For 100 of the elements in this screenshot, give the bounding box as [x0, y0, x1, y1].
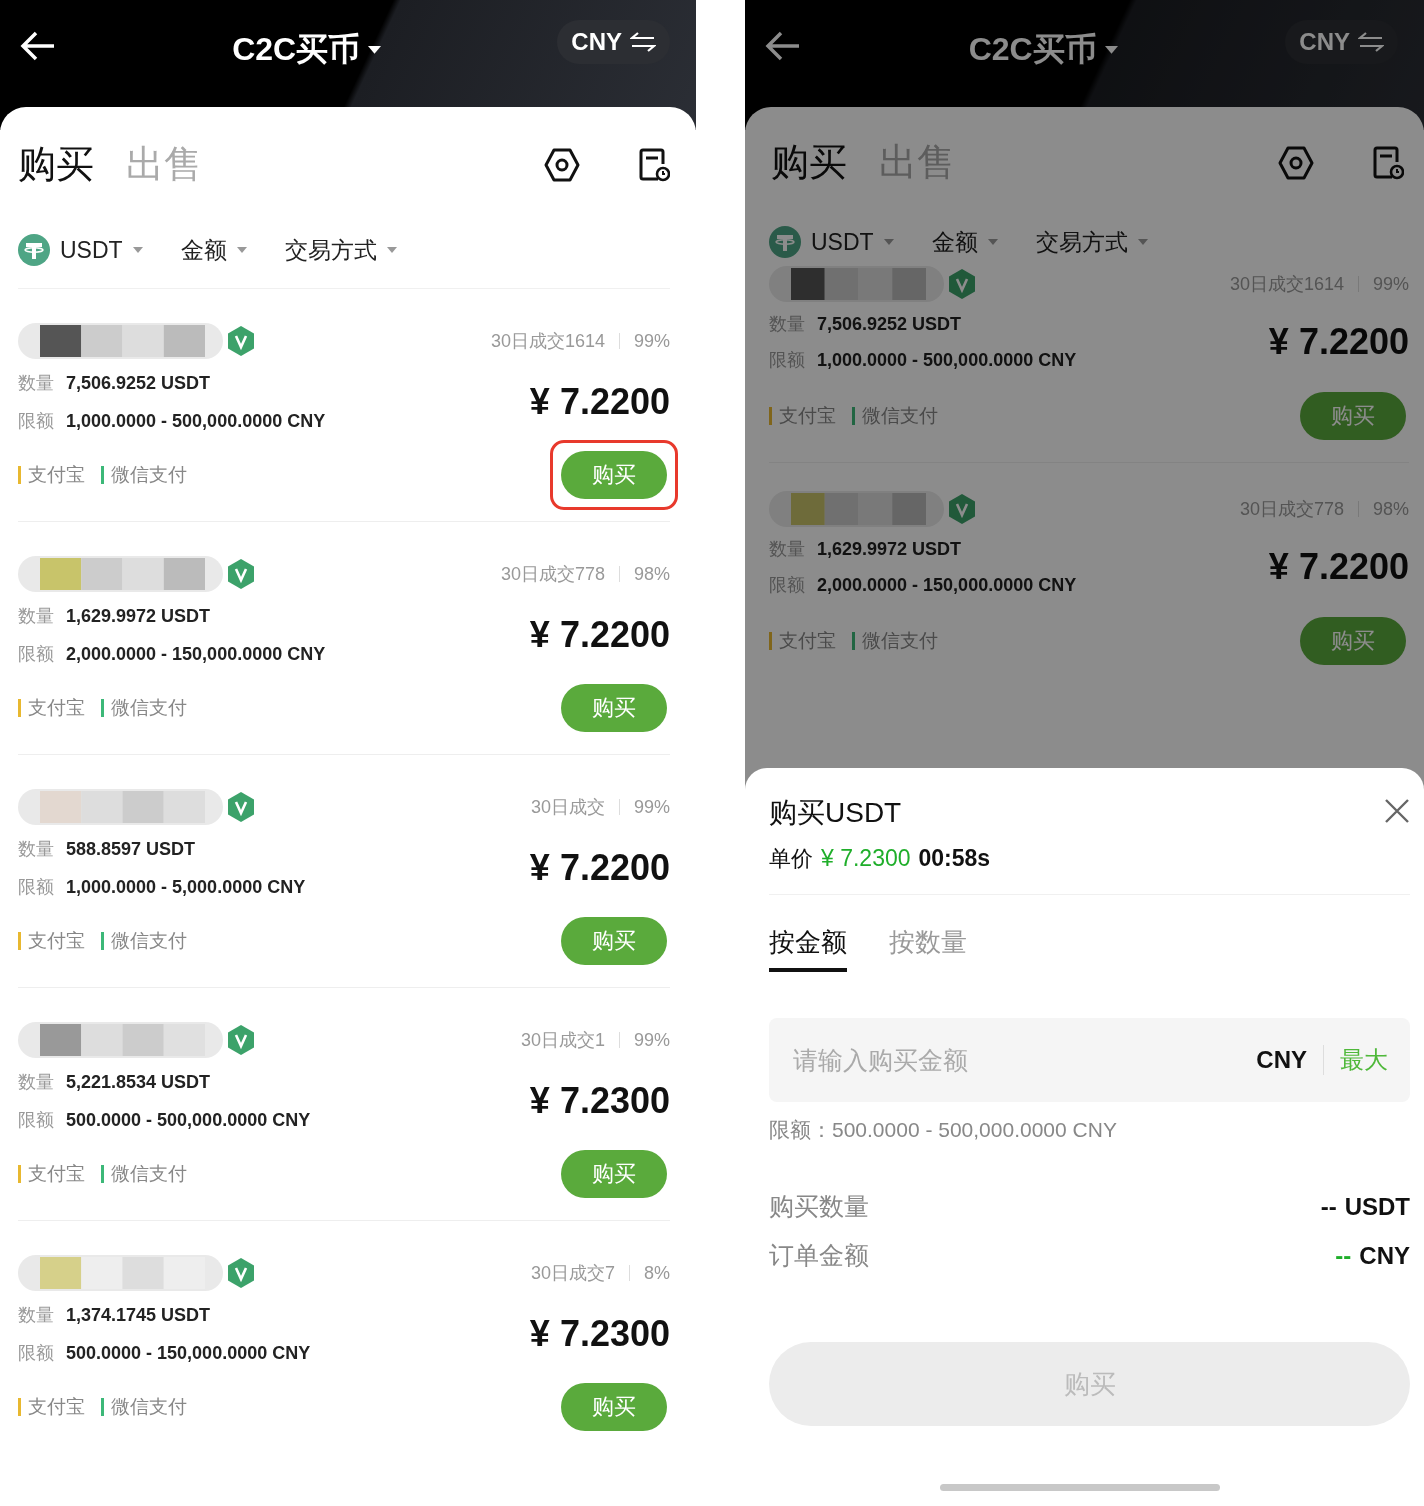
settings-icon[interactable] — [544, 147, 580, 182]
buy-button[interactable]: 购买 — [561, 1383, 667, 1431]
back-arrow-icon[interactable] — [20, 30, 56, 62]
trade-count: 30日成交7 — [530, 1262, 615, 1285]
order-history-icon[interactable] — [1372, 145, 1404, 180]
payment-method: 微信支付 — [862, 404, 938, 428]
completion-rate: 99% — [1372, 273, 1409, 295]
page-title[interactable]: C2C买币 — [968, 28, 1097, 72]
limit-label: 限额 — [769, 349, 805, 372]
verified-badge-icon — [227, 1025, 255, 1055]
completion-rate: 8% — [644, 1262, 670, 1284]
filter-dropdown[interactable]: USDT — [769, 226, 894, 258]
summary-value: -- — [1335, 1241, 1352, 1270]
limit-text: 限额：500.0000 - 500,000.0000 CNY — [769, 1117, 1118, 1143]
swap-icon — [630, 32, 656, 52]
settings-icon[interactable] — [1278, 145, 1314, 180]
swap-icon — [1358, 32, 1384, 52]
limit-label: 限额 — [18, 1342, 54, 1365]
caret-icon — [987, 239, 998, 245]
price: ¥ 7.2200 — [1268, 321, 1409, 363]
completion-rate: 98% — [1372, 498, 1409, 520]
tab[interactable]: 按金额 — [769, 925, 847, 972]
summary-value: -- — [1320, 1192, 1337, 1221]
summary-label: 订单金额 — [769, 1240, 869, 1271]
caret-icon — [1137, 239, 1148, 245]
verified-badge-icon — [227, 326, 255, 356]
price: ¥ 7.2200 — [529, 614, 670, 656]
tab[interactable]: 购买 — [18, 139, 94, 190]
quantity-label: 数量 — [18, 1304, 54, 1327]
completion-rate: 99% — [633, 796, 670, 818]
buy-button[interactable]: 购买 — [561, 1150, 667, 1198]
buy-button[interactable]: 购买 — [561, 917, 667, 965]
limit-value: 1,000.0000 - 500,000.0000 CNY — [817, 349, 1077, 371]
verified-badge-icon — [227, 792, 255, 822]
quantity-label: 数量 — [18, 605, 54, 628]
filter-dropdown[interactable]: USDT — [18, 234, 143, 266]
sheet-title: 购买USDT — [769, 796, 902, 830]
caret-icon — [1104, 46, 1118, 54]
trade-count: 30日成交1614 — [490, 330, 605, 353]
trade-count: 30日成交1 — [520, 1029, 605, 1052]
price: ¥ 7.2200 — [1268, 546, 1409, 588]
caret-icon — [132, 247, 143, 253]
buy-button[interactable]: 购买 — [561, 451, 667, 499]
payment-method: 微信支付 — [111, 696, 187, 720]
caret-icon — [236, 247, 247, 253]
verified-badge-icon — [227, 559, 255, 589]
trade-count: 30日成交778 — [500, 563, 605, 586]
quantity-label: 数量 — [769, 538, 805, 561]
quantity-value: 5,221.8534 USDT — [66, 1071, 211, 1093]
verified-badge-icon — [948, 269, 976, 299]
quantity-label: 数量 — [18, 372, 54, 395]
payment-method: 支付宝 — [779, 629, 836, 653]
currency-button[interactable]: CNY — [557, 20, 670, 64]
countdown: 00:58s — [918, 845, 991, 872]
filter-dropdown[interactable]: 交易方式 — [1035, 226, 1148, 258]
quantity-value: 1,374.1745 USDT — [66, 1304, 211, 1326]
trade-count: 30日成交1614 — [1229, 273, 1344, 296]
currency-label: CNY — [1256, 1046, 1307, 1074]
buy-button[interactable]: 购买 — [561, 684, 667, 732]
caret-icon — [386, 247, 397, 253]
page-title[interactable]: C2C买币 — [232, 28, 361, 72]
summary-unit: USDT — [1344, 1192, 1410, 1221]
price: ¥ 7.2200 — [529, 847, 670, 889]
filter-dropdown[interactable]: 金额 — [931, 226, 998, 258]
limit-value: 500.0000 - 150,000.0000 CNY — [66, 1342, 311, 1364]
limit-value: 1,000.0000 - 5,000.0000 CNY — [66, 876, 306, 898]
payment-method: 支付宝 — [28, 929, 85, 953]
tether-coin-icon — [769, 226, 801, 258]
limit-label: 限额 — [18, 876, 54, 899]
payment-method: 微信支付 — [111, 463, 187, 487]
back-arrow-icon[interactable] — [765, 30, 801, 62]
summary-unit: CNY — [1359, 1241, 1410, 1270]
caret-icon — [368, 46, 382, 54]
verified-badge-icon — [227, 1258, 255, 1288]
verified-badge-icon — [948, 494, 976, 524]
unit-price-label: 单价 — [769, 845, 813, 873]
tab[interactable]: 购买 — [771, 137, 847, 188]
price: ¥ 7.2300 — [529, 1080, 670, 1122]
trade-count: 30日成交778 — [1239, 498, 1344, 521]
limit-label: 限额 — [18, 643, 54, 666]
completion-rate: 98% — [633, 563, 670, 585]
limit-label: 限额 — [18, 1109, 54, 1132]
quantity-label: 数量 — [769, 313, 805, 336]
filter-dropdown[interactable]: 金额 — [180, 234, 247, 266]
payment-method: 微信支付 — [862, 629, 938, 653]
order-history-icon[interactable] — [638, 147, 670, 182]
tab[interactable]: 按数量 — [889, 925, 967, 972]
limit-value: 1,000.0000 - 500,000.0000 CNY — [66, 410, 326, 432]
limit-value: 2,000.0000 - 150,000.0000 CNY — [66, 643, 326, 665]
quantity-value: 7,506.9252 USDT — [66, 372, 211, 394]
quantity-label: 数量 — [18, 1071, 54, 1094]
limit-value: 2,000.0000 - 150,000.0000 CNY — [817, 574, 1077, 596]
limit-label: 限额 — [18, 410, 54, 433]
filter-dropdown[interactable]: 交易方式 — [284, 234, 397, 266]
quantity-value: 1,629.9972 USDT — [817, 538, 962, 560]
payment-method: 微信支付 — [111, 1395, 187, 1419]
close-icon[interactable] — [1384, 798, 1410, 824]
payment-method: 支付宝 — [28, 463, 85, 487]
completion-rate: 99% — [633, 1029, 670, 1051]
amount-field[interactable]: 请输入购买金额 CNY 最大 — [769, 1018, 1410, 1102]
